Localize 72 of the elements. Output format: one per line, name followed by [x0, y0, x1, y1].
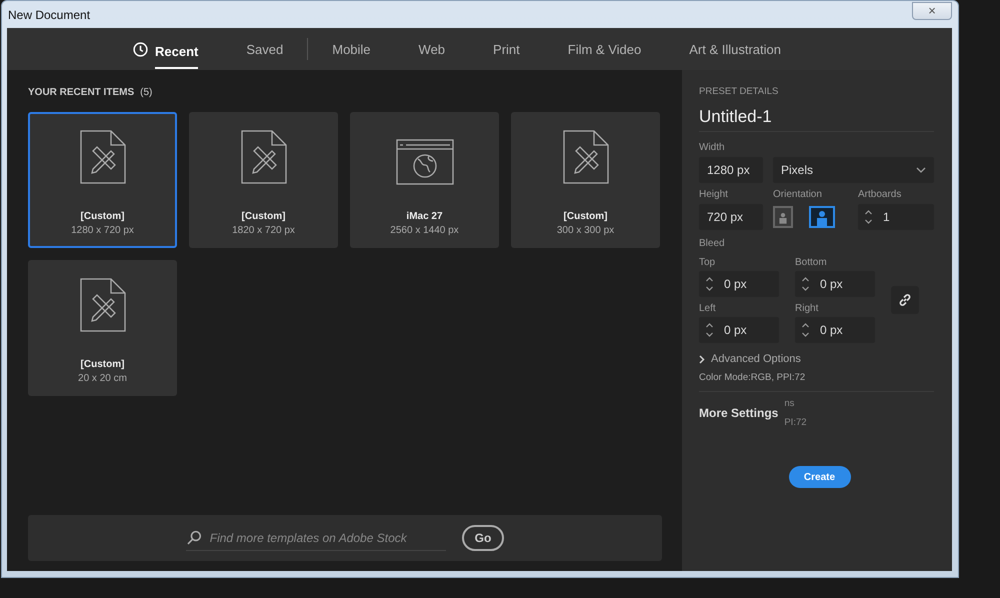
- field-label: Left: [699, 303, 717, 314]
- item-name: [Custom]: [564, 211, 608, 222]
- field-label: Height: [699, 189, 729, 200]
- field-label: Width: [699, 142, 726, 153]
- advanced-options-toggle[interactable]: Advanced Options: [699, 353, 934, 365]
- field-label: Right: [795, 303, 820, 314]
- chain-link-icon: [898, 293, 912, 307]
- item-count: (5): [140, 87, 152, 98]
- spinner-field[interactable]: 0 px: [699, 317, 779, 343]
- recent-item[interactable]: [Custom] 300 x 300 px: [511, 112, 660, 248]
- document-icon: [562, 129, 610, 185]
- portrait-button[interactable]: [773, 206, 793, 228]
- tab[interactable]: Recent: [109, 28, 222, 70]
- spinner-field[interactable]: 0 px: [699, 271, 779, 297]
- item-name: [Custom]: [80, 211, 124, 222]
- tab[interactable]: Web: [394, 28, 470, 70]
- chevron-right-icon: [699, 354, 705, 364]
- chevron-down-icon: [916, 167, 926, 173]
- section-heading: YOUR RECENT ITEMS: [28, 87, 134, 98]
- item-size: 1820 x 720 px: [232, 225, 295, 236]
- document-name-field[interactable]: Untitled-1: [699, 107, 934, 132]
- ghost-text: ns: [784, 398, 796, 409]
- field-label: Artboards: [858, 189, 902, 200]
- stepper-icon: [801, 321, 810, 339]
- item-size: 20 x 20 cm: [78, 373, 127, 384]
- search-icon: [186, 530, 202, 546]
- browser-globe-icon: [396, 139, 454, 185]
- document-icon: [240, 129, 288, 185]
- field-label: Bottom: [795, 257, 828, 268]
- artboards-stepper[interactable]: 1: [858, 204, 934, 230]
- stepper-icon: [705, 321, 714, 339]
- tab[interactable]: Mobile: [308, 28, 395, 70]
- width-field[interactable]: 1280 px: [699, 157, 763, 183]
- document-icon: [78, 129, 126, 185]
- go-button[interactable]: Go: [462, 525, 504, 551]
- window-title: New Document: [7, 8, 90, 22]
- item-size: 300 x 300 px: [556, 225, 614, 236]
- spinner-field[interactable]: 0 px: [795, 317, 875, 343]
- stepper-icon: [705, 275, 714, 293]
- height-field[interactable]: 720 px: [699, 204, 763, 230]
- link-button[interactable]: [891, 286, 919, 314]
- item-size: 2560 x 1440 px: [390, 225, 459, 236]
- tab[interactable]: Film & Video: [544, 28, 666, 70]
- stepper-icon: [864, 208, 873, 226]
- tab[interactable]: Saved: [222, 28, 308, 70]
- ghost-text: PI:72: [784, 417, 807, 428]
- spinner-field[interactable]: 0 px: [795, 271, 875, 297]
- tab[interactable]: Art & Illustration: [665, 28, 805, 70]
- search-field[interactable]: Find more templates on Adobe Stock: [186, 526, 446, 550]
- section-label: Bleed: [699, 238, 726, 249]
- stepper-icon: [801, 275, 810, 293]
- recent-item[interactable]: [Custom] 20 x 20 cm: [28, 260, 177, 396]
- recent-item[interactable]: [Custom] 1280 x 720 px: [28, 112, 177, 248]
- person-icon: [815, 210, 829, 226]
- person-icon: [778, 210, 788, 226]
- close-button[interactable]: ×: [912, 2, 952, 20]
- item-name: [Custom]: [242, 211, 286, 222]
- recent-item[interactable]: [Custom] 1820 x 720 px: [189, 112, 338, 248]
- section-heading: PRESET DETAILS: [699, 86, 780, 97]
- tab[interactable]: Print: [469, 28, 544, 70]
- unit-dropdown[interactable]: Pixels: [773, 157, 934, 183]
- document-icon: [78, 277, 126, 333]
- create-button[interactable]: Create: [788, 466, 850, 488]
- recent-item[interactable]: iMac 27 2560 x 1440 px: [350, 112, 499, 248]
- field-label: Orientation: [773, 189, 823, 200]
- field-label: Top: [699, 257, 716, 268]
- item-size: 1280 x 720 px: [71, 225, 134, 236]
- landscape-button[interactable]: [809, 206, 835, 228]
- more-settings-button[interactable]: More Settings: [699, 406, 778, 420]
- item-name: [Custom]: [80, 359, 124, 370]
- item-name: iMac 27: [406, 211, 443, 222]
- color-mode-text: Color Mode:RGB, PPI:72: [699, 372, 934, 392]
